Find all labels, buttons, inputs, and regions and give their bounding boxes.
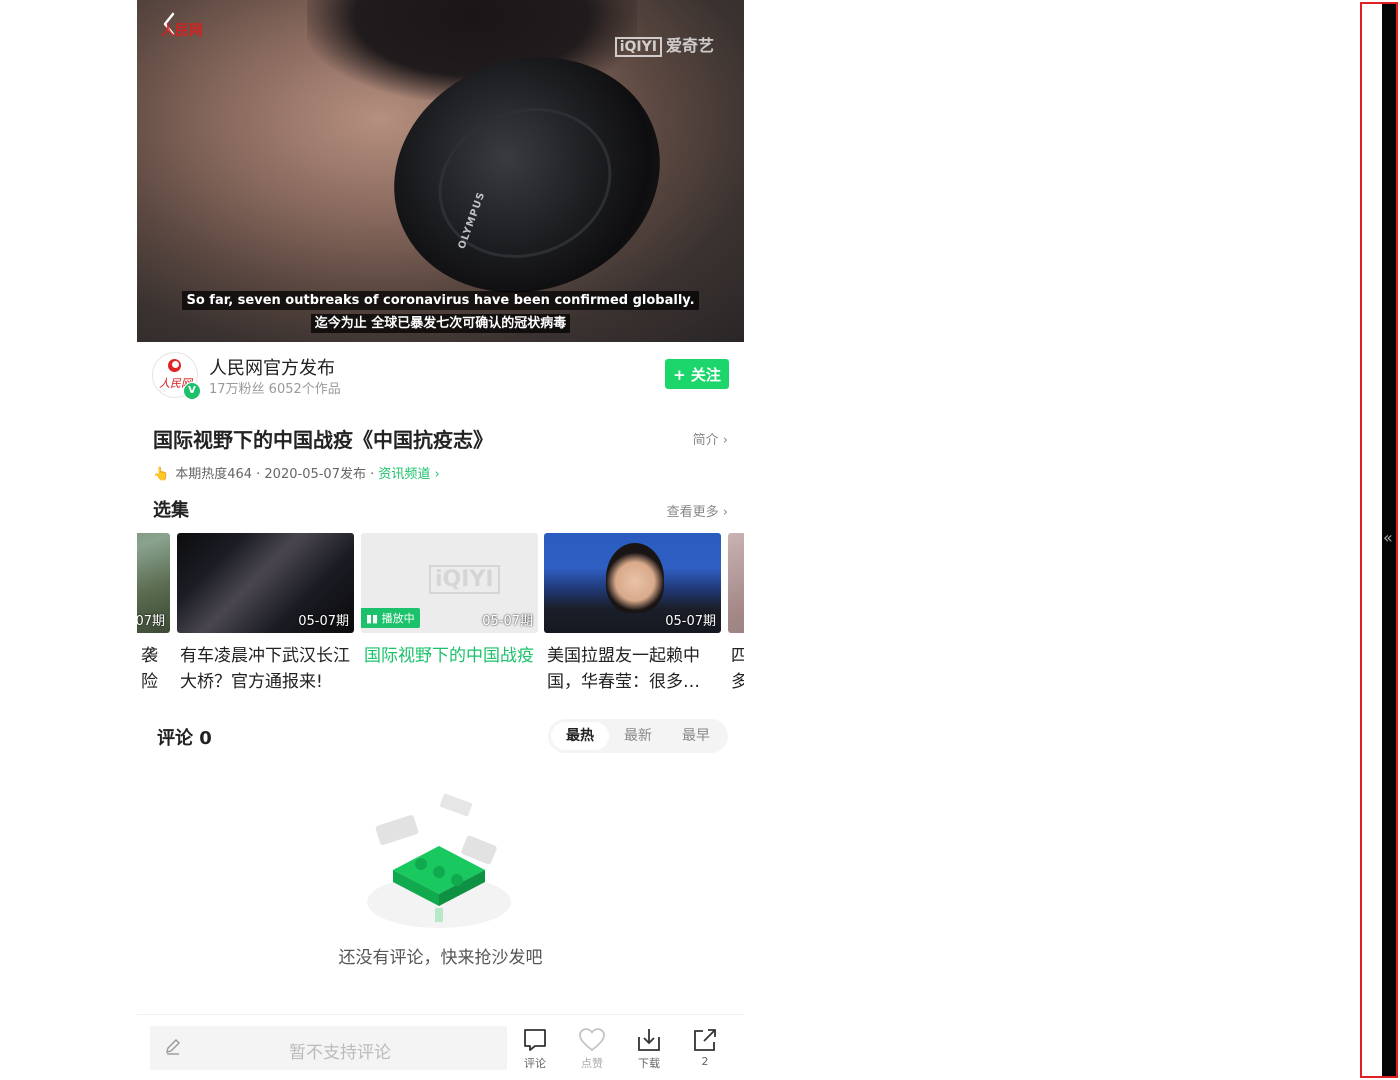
- author-stats: 17万粉丝 6052个作品: [209, 382, 341, 397]
- download-icon: [638, 1029, 660, 1051]
- episode-title: 国际视野下的中国战疫: [364, 646, 534, 666]
- episode-title: 四 多: [731, 646, 744, 692]
- subtitle-chinese-text: 迄今为止 全球已暴发七次可确认的冠状病毒: [310, 314, 571, 333]
- subtitle-english: So far, seven outbreaks of coronavirus h…: [137, 289, 744, 310]
- share-count: 2: [701, 1055, 709, 1068]
- empty-comments-illustration: [367, 793, 511, 928]
- episode-thumbnail: 05-07期: [544, 533, 721, 633]
- author-name[interactable]: 人民网官方发布: [209, 354, 335, 380]
- episodes-section-title: 选集: [153, 500, 189, 521]
- hand-icon: 👆: [153, 467, 170, 482]
- channel-link[interactable]: 资讯频道 ›: [378, 467, 439, 482]
- intro-link[interactable]: 简介 ›: [693, 429, 728, 448]
- now-playing-label: 播放中: [381, 612, 415, 625]
- sort-tab-oldest[interactable]: 最早: [667, 722, 725, 750]
- episode-thumbnail: [728, 533, 744, 633]
- video-player[interactable]: OLYMPUS 人民网 iQIYI 爱奇艺 So far, seven outbr…: [137, 0, 744, 342]
- episode-title: 袭 险: [141, 646, 158, 692]
- sort-tab-newest[interactable]: 最新: [609, 722, 667, 750]
- episode-title: 美国拉盟友一起赖中国，华春莹：很多…: [547, 646, 700, 692]
- episode-card[interactable]: 05-07期 有车凌晨冲下武汉长江大桥？官方通报来!: [177, 533, 354, 695]
- comments-title: 评论 0: [157, 728, 212, 749]
- empty-comments-text: 还没有评论，快来抢沙发吧: [338, 948, 543, 968]
- episode-date: 05-07期: [298, 614, 349, 629]
- comment-button-label: 评论: [524, 1057, 546, 1070]
- iqiyi-logo: iQIYI 爱奇艺: [614, 32, 714, 57]
- episode-thumbnail: 07期: [137, 533, 170, 633]
- video-title: 国际视野下的中国战疫《中国抗疫志》: [153, 428, 493, 452]
- episode-date: 05-07期: [665, 614, 716, 629]
- comment-icon: [524, 1029, 546, 1051]
- episode-card-active[interactable]: iQIYI ▮▮ 播放中 05-07期 国际视野下的中国战疫: [361, 533, 538, 669]
- follow-button[interactable]: + 关注: [665, 359, 729, 389]
- comment-input[interactable]: 暂不支持评论: [150, 1026, 507, 1070]
- video-detail-page: OLYMPUS 人民网 iQIYI 爱奇艺 So far, seven outbr…: [137, 0, 744, 1080]
- iqiyi-placeholder-icon: iQIYI: [429, 565, 500, 594]
- episode-carousel[interactable]: 07期 袭 险 05-07期 有车凌晨冲下武汉长江大桥？官方通报来! iQIYI…: [137, 533, 744, 703]
- episode-card[interactable]: 四 多: [728, 533, 744, 695]
- speaker-figure: [606, 543, 664, 613]
- episode-date: 07期: [137, 614, 165, 629]
- download-button[interactable]: 下载: [629, 1027, 669, 1071]
- share-icon: [694, 1029, 716, 1051]
- episode-card[interactable]: 07期 袭 险: [137, 533, 170, 695]
- people-net-logo: 人民网: [161, 23, 203, 39]
- collapse-chevron-icon[interactable]: «: [1383, 528, 1393, 547]
- heart-icon: [579, 1028, 605, 1052]
- sort-tab-hot[interactable]: 最热: [551, 722, 609, 750]
- share-button[interactable]: 2: [685, 1027, 725, 1068]
- episode-thumbnail: iQIYI ▮▮ 播放中 05-07期: [361, 533, 538, 633]
- publish-date: · 2020-05-07发布 ·: [252, 467, 379, 482]
- comment-button[interactable]: 评论: [515, 1027, 555, 1071]
- episode-date: 05-07期: [482, 614, 533, 629]
- subtitle-english-text: So far, seven outbreaks of coronavirus h…: [182, 291, 699, 310]
- comment-sort-tabs: 最热 最新 最早: [548, 719, 728, 753]
- like-button-label: 点赞: [581, 1057, 603, 1070]
- episode-title: 有车凌晨冲下武汉长江大桥？官方通报来!: [180, 646, 350, 692]
- now-playing-badge: ▮▮ 播放中: [361, 608, 420, 628]
- episode-thumbnail: 05-07期: [177, 533, 354, 633]
- subtitle-chinese: 迄今为止 全球已暴发七次可确认的冠状病毒: [137, 312, 744, 333]
- avatar-sun-emblem: [168, 359, 181, 372]
- video-meta-row: 👆 本期热度464 · 2020-05-07发布 · 资讯频道 ›: [153, 463, 440, 482]
- heat-count: 本期热度464: [175, 467, 253, 482]
- comment-input-placeholder: 暂不支持评论: [289, 1043, 391, 1063]
- verified-badge-icon: V: [183, 382, 201, 400]
- iqiyi-logo-box: iQIYI: [614, 37, 662, 57]
- author-row: 人民网 V 人民网官方发布 17万粉丝 6052个作品 + 关注: [152, 352, 729, 400]
- view-more-link[interactable]: 查看更多 ›: [667, 501, 728, 520]
- like-button[interactable]: 点赞: [572, 1027, 612, 1071]
- download-button-label: 下载: [638, 1057, 660, 1070]
- bottom-action-bar: 暂不支持评论 评论 点赞 下载 2: [137, 1014, 744, 1080]
- iqiyi-logo-text: 爱奇艺: [665, 36, 714, 55]
- episode-card[interactable]: 05-07期 美国拉盟友一起赖中国，华春莹：很多…: [544, 533, 721, 695]
